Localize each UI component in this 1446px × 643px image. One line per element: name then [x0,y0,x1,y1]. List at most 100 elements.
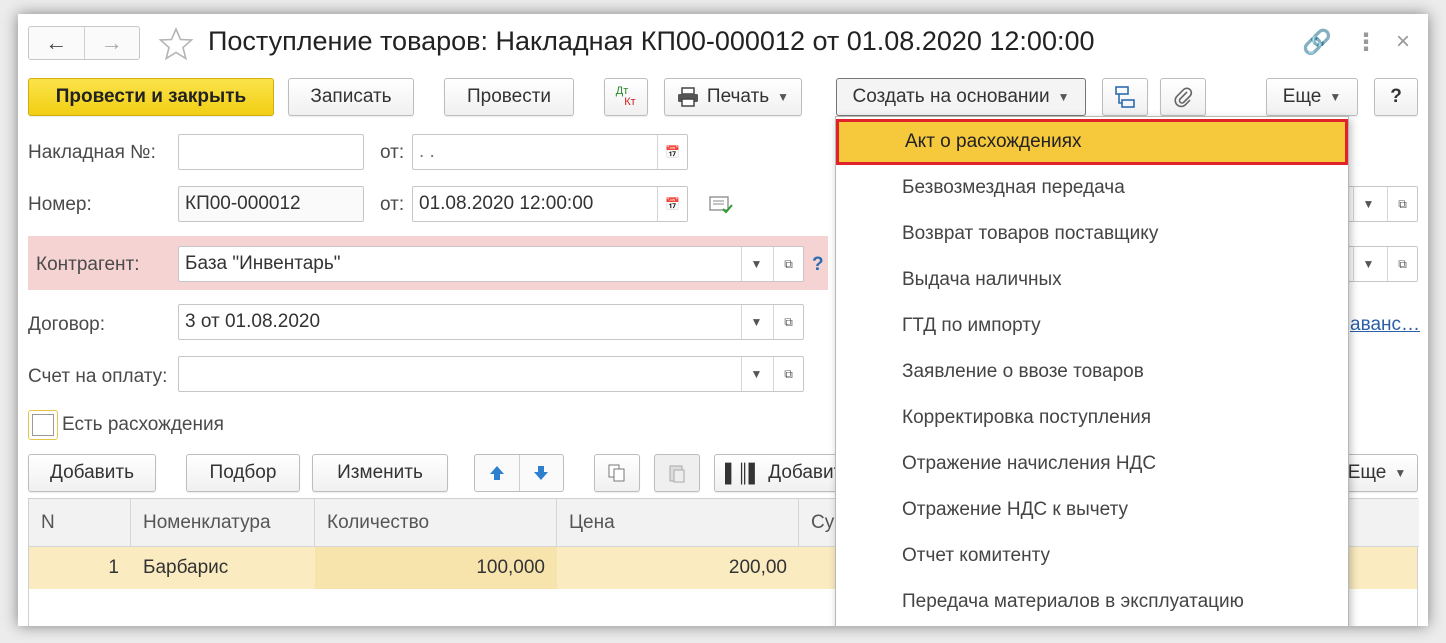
edit-button[interactable]: Изменить [312,454,448,492]
copy-button[interactable] [594,454,640,492]
add-barcode-button[interactable]: ▌║▌ Добавит [714,454,854,492]
chevron-down-icon: ▼ [1394,466,1407,480]
save-button[interactable]: Записать [288,78,414,116]
paste-icon [669,465,685,483]
more-actions-icon[interactable]: ⋮ [1354,28,1378,57]
attach-button[interactable] [1160,78,1206,116]
menu-item-receipt-correction[interactable]: Корректировка поступления [836,395,1348,441]
invoice-date-field[interactable]: . . 📅 [412,134,688,170]
calendar-icon[interactable]: 📅 [657,135,687,169]
open-form-icon[interactable]: ⧉ [773,357,803,391]
contract-label: Договор: [28,314,106,335]
select-button[interactable]: Подбор [186,454,300,492]
close-icon[interactable]: × [1396,28,1410,56]
menu-item-vat-accrual[interactable]: Отражение начисления НДС [836,441,1348,487]
invoice-date-value: . . [419,141,435,162]
menu-item-committent-report[interactable]: Отчет комитенту [836,533,1348,579]
copy-icon [608,464,625,482]
create-based-label: Создать на основании [852,86,1050,107]
chevron-down-icon[interactable]: ▼ [741,305,771,339]
chevron-down-icon: ▼ [777,90,790,104]
menu-item-import-declaration[interactable]: ГТД по импорту [836,303,1348,349]
counterparty-value: База "Инвентарь" [185,253,341,274]
move-buttons [474,454,564,492]
create-based-on-menu: Акт о расхождениях Безвозмездная передач… [835,116,1349,626]
barcode-icon: ▌║▌ [725,462,761,483]
window-title: Поступление товаров: Накладная КП00-0000… [208,26,1095,56]
number-date-label: от: [380,194,405,215]
counterparty-label: Контрагент: [36,254,140,275]
kt-label: Кт [624,96,636,108]
chevron-down-icon[interactable]: ▼ [1353,247,1383,281]
paste-button[interactable] [654,454,700,492]
add-row-button[interactable]: Добавить [28,454,156,492]
move-down-button[interactable] [518,455,564,491]
menu-item-materials-transfer[interactable]: Передача материалов в эксплуатацию [836,579,1348,625]
chevron-down-icon: ▼ [1329,90,1342,104]
document-window: ← → Поступление товаров: Накладная КП00-… [18,14,1428,626]
cell-price: 200,00 [728,557,787,578]
arrow-up-icon [489,466,504,480]
cell-n: 1 [108,557,119,578]
arrow-down-icon [534,466,549,480]
cell-qty: 100,000 [315,547,557,589]
advance-link[interactable]: аванс… [1350,314,1420,336]
structure-button[interactable] [1102,78,1148,116]
create-based-on-button[interactable]: Создать на основании ▼ [836,78,1086,116]
edit-number-icon[interactable] [708,194,734,216]
discrepancy-label: Есть расхождения [62,414,224,435]
menu-item-free-transfer[interactable]: Безвозмездная передача [836,165,1348,211]
open-form-icon[interactable]: ⧉ [773,305,803,339]
more-label: Еще [1282,86,1322,107]
print-label: Печать [706,86,770,107]
menu-item-vat-deduction[interactable]: Отражение НДС к вычету [836,487,1348,533]
menu-item-import-statement[interactable]: Заявление о ввозе товаров [836,349,1348,395]
contract-field[interactable]: 3 от 01.08.2020 ▼ ⧉ [178,304,804,340]
favorite-star-icon[interactable] [158,26,194,62]
dt-kt-button[interactable]: Дт Кт [604,78,648,116]
col-header-n[interactable]: N [29,499,131,547]
discrepancy-checkbox[interactable] [32,414,54,436]
counterparty-field[interactable]: База "Инвентарь" ▼ ⧉ [178,246,804,282]
right-select-field-2[interactable]: ▼ ⧉ [1348,246,1418,282]
chevron-down-icon[interactable]: ▼ [741,357,771,391]
counterparty-help-icon[interactable]: ? [812,254,824,276]
back-arrow-icon[interactable]: ← [29,27,84,59]
forward-arrow-icon[interactable]: → [83,27,140,59]
move-up-button[interactable] [475,455,519,491]
link-icon[interactable]: 🔗 [1302,28,1332,57]
number-date-field[interactable]: 01.08.2020 12:00:00 📅 [412,186,688,222]
post-button[interactable]: Провести [444,78,574,116]
open-form-icon[interactable]: ⧉ [773,247,803,281]
menu-item-return-to-supplier[interactable]: Возврат товаров поставщику [836,211,1348,257]
menu-item-cash-issue[interactable]: Выдача наличных [836,257,1348,303]
col-header-qty[interactable]: Количество [315,499,557,547]
invoice-number-label: Накладная №: [28,142,156,163]
chevron-down-icon[interactable]: ▼ [741,247,771,281]
cell-item: Барбарис [143,557,229,578]
discrepancy-checkbox-frame [28,410,58,440]
number-date-value: 01.08.2020 12:00:00 [419,193,594,214]
number-field[interactable]: КП00-000012 [178,186,364,222]
pay-account-field[interactable]: ▼ ⧉ [178,356,804,392]
pay-account-label: Счет на оплату: [28,366,168,387]
number-label: Номер: [28,194,92,215]
col-header-item[interactable]: Номенклатура [131,499,315,547]
add-barcode-label: Добавит [768,462,843,483]
paperclip-icon [1174,87,1193,108]
right-select-field[interactable]: ▼ ⧉ [1348,186,1418,222]
chevron-down-icon: ▼ [1057,90,1070,104]
col-header-price[interactable]: Цена [557,499,799,547]
open-form-icon[interactable]: ⧉ [1387,247,1417,281]
calendar-icon[interactable]: 📅 [657,187,687,221]
chevron-down-icon[interactable]: ▼ [1353,187,1383,221]
invoice-number-field[interactable] [178,134,364,170]
open-form-icon[interactable]: ⧉ [1387,187,1417,221]
post-and-close-button[interactable]: Провести и закрыть [28,78,274,116]
print-button[interactable]: Печать ▼ [664,78,802,116]
menu-item-discrepancy-act[interactable]: Акт о расхождениях [836,119,1348,165]
more-button[interactable]: Еще ▼ [1266,78,1358,116]
help-button[interactable]: ? [1374,78,1418,116]
document-structure-icon [1115,86,1135,108]
invoice-date-label: от: [380,142,405,163]
